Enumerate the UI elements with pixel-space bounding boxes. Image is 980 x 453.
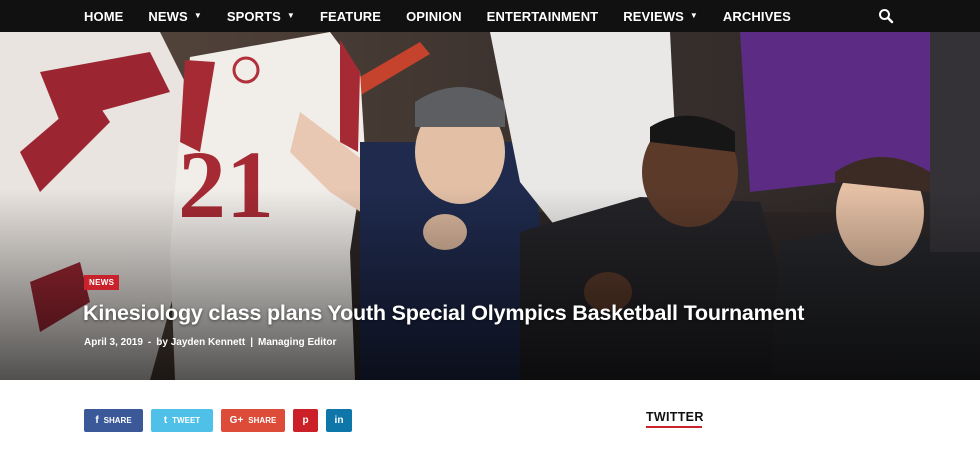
nav-item-reviews[interactable]: REVIEWS ▼ [623,9,698,24]
twitter-icon: t [163,414,168,426]
pinterest-share-button[interactable]: p [293,409,318,432]
nav-item-home[interactable]: HOME [84,9,123,24]
google-plus-icon: G+ [229,414,244,426]
nav-item-label: NEWS [148,8,188,24]
share-buttons: f SHARE t TWEET G+ SHARE p in [84,409,352,432]
twitter-share-button[interactable]: t TWEET [151,409,213,432]
nav-item-label: ENTERTAINMENT [486,8,599,24]
share-button-label: SHARE [103,416,132,425]
caret-down-icon: ▼ [286,11,295,20]
linkedin-share-button[interactable]: in [326,409,352,432]
nav-item-entertainment[interactable]: ENTERTAINMENT [487,9,599,24]
article-date: April 3, 2019 [84,337,143,348]
share-button-label: TWEET [172,416,201,425]
nav-item-label: ARCHIVES [722,8,791,24]
facebook-share-button[interactable]: f SHARE [84,409,143,432]
nav-item-label: OPINION [406,8,462,24]
sidebar-title-underline [646,426,702,428]
linkedin-icon: in [334,414,344,426]
facebook-icon: f [95,414,99,426]
nav-item-archives[interactable]: ARCHIVES [723,9,791,24]
article-meta: April 3, 2019 - by Jayden Kennett | Mana… [84,337,336,348]
hero-featured-article[interactable]: 21 NEWS Kinesiology class plans Youth Sp… [0,32,980,380]
nav-item-feature[interactable]: FEATURE [320,9,381,24]
top-nav-bar: HOME NEWS ▼ SPORTS ▼ FEATURE OPINION ENT… [0,0,980,32]
hero-gradient-overlay [0,32,980,380]
share-button-label: SHARE [248,416,277,425]
google-plus-share-button[interactable]: G+ SHARE [221,409,285,432]
caret-down-icon: ▼ [193,11,202,20]
pinterest-icon: p [302,414,309,426]
nav-item-sports[interactable]: SPORTS ▼ [227,9,295,24]
sidebar-widget-title: TWITTER [646,410,704,424]
article-headline[interactable]: Kinesiology class plans Youth Special Ol… [83,301,804,326]
author-role: Managing Editor [258,337,337,348]
nav-item-label: FEATURE [319,8,382,24]
meta-dash: - [147,337,152,348]
caret-down-icon: ▼ [689,11,698,20]
nav-menu: HOME NEWS ▼ SPORTS ▼ FEATURE OPINION ENT… [84,0,816,32]
nav-item-news[interactable]: NEWS ▼ [148,9,201,24]
search-icon[interactable] [878,8,894,24]
nav-item-opinion[interactable]: OPINION [406,9,462,24]
nav-item-label: REVIEWS [623,8,684,24]
nav-item-label: SPORTS [226,8,281,24]
meta-separator: | [250,337,253,348]
nav-item-label: HOME [84,8,124,24]
article-author[interactable]: by Jayden Kennett [156,337,245,348]
category-badge[interactable]: NEWS [84,275,120,290]
